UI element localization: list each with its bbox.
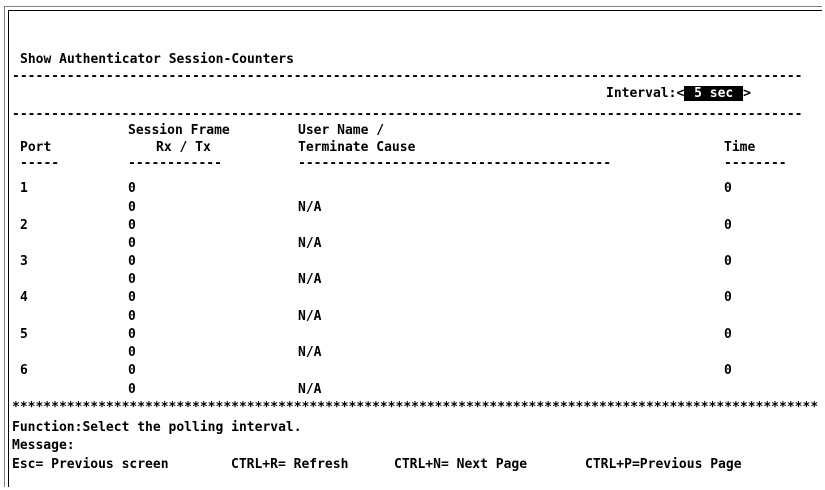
header-session-frame: Session Frame <box>128 123 230 138</box>
esc-previous-screen-key[interactable]: Esc= Previous screen <box>12 457 169 473</box>
row-port: 6 <box>20 363 28 378</box>
interval-close-bracket: > <box>743 86 751 101</box>
row-rx: 0 <box>128 290 136 305</box>
separator-line: ----------------------------------------… <box>12 107 803 122</box>
row-time: 0 <box>724 218 732 233</box>
row-tx: 0 <box>128 345 136 360</box>
row-port: 4 <box>20 290 28 305</box>
terminal-screen: Show Authenticator Session-Counters ----… <box>0 0 825 490</box>
row-time: 0 <box>724 254 732 269</box>
row-user: N/A <box>298 382 322 397</box>
function-line: Function:Select the polling interval. <box>12 420 302 435</box>
header-port: Port <box>20 140 52 155</box>
header-time: Time <box>724 140 756 155</box>
row-tx: 0 <box>128 200 136 215</box>
row-tx: 0 <box>128 272 136 287</box>
row-port: 5 <box>20 327 28 342</box>
interval-label: Interval:< 5 sec > <box>606 86 751 101</box>
row-tx: 0 <box>128 382 136 397</box>
row-time: 0 <box>724 327 732 342</box>
row-user: N/A <box>298 345 322 360</box>
row-tx: 0 <box>128 236 136 251</box>
header-rx-tx: Rx / Tx <box>156 140 211 155</box>
row-port: 1 <box>20 181 28 196</box>
underline-port: ----- <box>20 156 60 171</box>
row-port: 3 <box>20 254 28 269</box>
row-user: N/A <box>298 236 322 251</box>
interval-selector[interactable]: 5 sec <box>684 86 744 101</box>
page-title: Show Authenticator Session-Counters <box>20 52 294 67</box>
row-rx: 0 <box>128 254 136 269</box>
row-rx: 0 <box>128 181 136 196</box>
row-rx: 0 <box>128 218 136 233</box>
refresh-key[interactable]: CTRL+R= Refresh <box>231 457 348 473</box>
next-page-key[interactable]: CTRL+N= Next Page <box>394 457 527 473</box>
previous-page-key[interactable]: CTRL+P=Previous Page <box>585 457 742 473</box>
underline-session: ------------ <box>128 156 222 171</box>
underline-user: ---------------------------------------- <box>298 156 612 171</box>
row-tx: 0 <box>128 309 136 324</box>
row-time: 0 <box>724 290 732 305</box>
row-user: N/A <box>298 272 322 287</box>
row-rx: 0 <box>128 363 136 378</box>
separator-line: ----------------------------------------… <box>12 69 803 84</box>
header-terminate-cause: Terminate Cause <box>298 140 416 155</box>
message-line: Message: <box>12 438 75 453</box>
row-port: 2 <box>20 218 28 233</box>
row-time: 0 <box>724 363 732 378</box>
row-time: 0 <box>724 181 732 196</box>
row-rx: 0 <box>128 327 136 342</box>
underline-time: -------- <box>724 156 787 171</box>
row-user: N/A <box>298 309 322 324</box>
row-user: N/A <box>298 200 322 215</box>
header-user-name: User Name / <box>298 123 385 138</box>
star-separator: ****************************************… <box>12 400 819 415</box>
